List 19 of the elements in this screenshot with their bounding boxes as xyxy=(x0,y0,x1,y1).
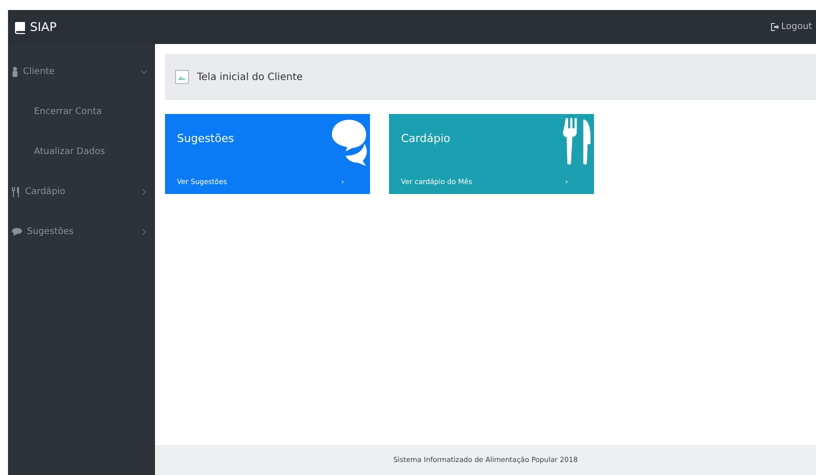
book-icon xyxy=(14,20,26,34)
broken-image-icon xyxy=(175,70,189,84)
brand-name: SIAP xyxy=(30,20,57,34)
brand-logo[interactable]: SIAP xyxy=(14,20,57,34)
chat-icon xyxy=(12,228,22,236)
sidebar-item[interactable]: Sugestões xyxy=(8,212,155,252)
cutlery-icon xyxy=(12,187,20,197)
sidebar-subitem[interactable]: Atualizar Dados xyxy=(8,132,155,172)
chat-bubbles-icon xyxy=(330,118,368,166)
sidebar-item[interactable]: Cardápio xyxy=(8,172,155,212)
card-title: Cardápio xyxy=(401,132,452,145)
sidebar-subitem[interactable]: Encerrar Conta xyxy=(8,92,155,132)
person-icon xyxy=(12,67,18,77)
sign-out-icon xyxy=(771,23,780,31)
card-title: Sugestões xyxy=(177,132,235,145)
page-title: Tela inicial do Cliente xyxy=(197,72,303,82)
logout-link[interactable]: Logout xyxy=(771,22,812,32)
sidebar-item[interactable]: Cliente xyxy=(8,52,155,92)
fork-knife-icon xyxy=(563,118,592,166)
